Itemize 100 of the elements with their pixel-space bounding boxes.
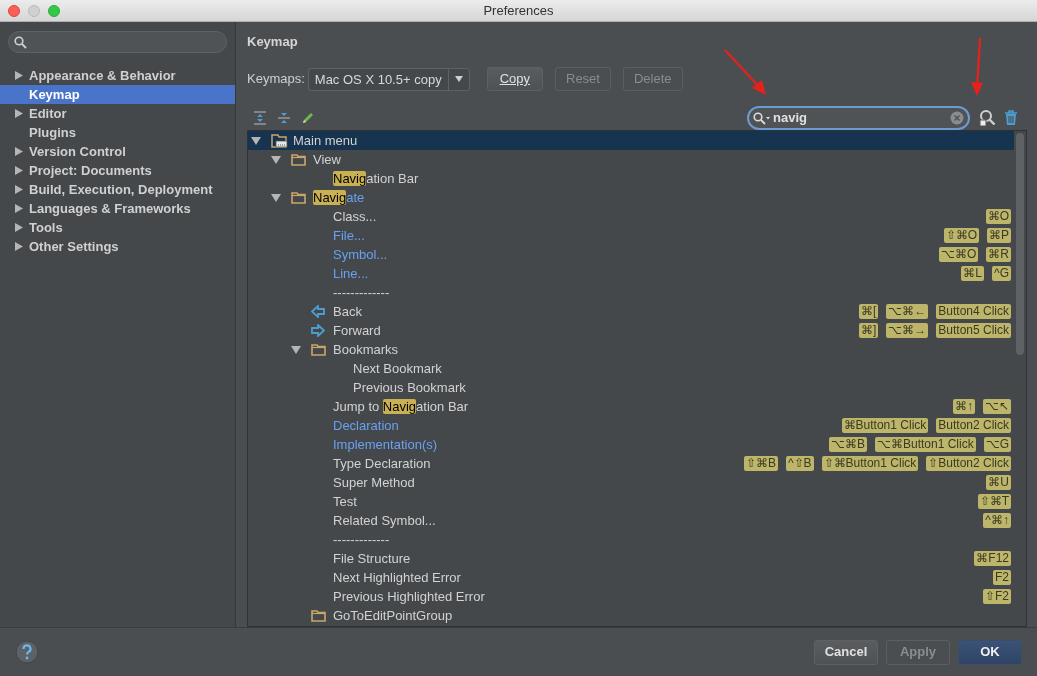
shortcut-chip: ⌥↖	[983, 399, 1011, 414]
tree-row[interactable]: -------------	[248, 283, 1014, 302]
sidebar-item[interactable]: Keymap	[0, 85, 235, 104]
find-by-shortcut-icon[interactable]	[978, 109, 996, 127]
dialog-button[interactable]: OK	[958, 639, 1022, 665]
shortcut-chip: ⌘]	[858, 323, 879, 338]
action-label: Back	[333, 302, 362, 321]
settings-search-field[interactable]	[8, 31, 227, 53]
menu-folder-icon	[271, 133, 288, 148]
tree-row[interactable]: GoToEditPointGroup	[248, 606, 1014, 625]
tree-row[interactable]: Back ⌘[ ⌥⌘← Button4 Click	[248, 302, 1014, 321]
action-label: -------------	[333, 530, 390, 549]
shortcut-chip: ⌘[	[858, 304, 879, 319]
expand-arrow-icon[interactable]	[15, 223, 23, 232]
tree-row[interactable]: Forward ⌘] ⌥⌘→ Button5 Click	[248, 321, 1014, 340]
expand-arrow-icon[interactable]	[15, 242, 23, 251]
keymap-action-button[interactable]: Copy	[486, 67, 543, 91]
shortcut-chip: ⌘F12	[974, 551, 1011, 566]
action-label: Navigation Bar	[333, 169, 419, 188]
shortcut-chip: ⌥⌘←	[886, 304, 929, 319]
keymap-dropdown[interactable]: Mac OS X 10.5+ copy	[307, 67, 470, 91]
tree-row[interactable]: Next Bookmark	[248, 359, 1014, 378]
tree-row[interactable]: Symbol... ⌥⌘O ⌘R	[248, 245, 1014, 264]
shortcut-chip: ⌘O	[985, 209, 1011, 224]
shortcut-chip: ⌘U	[986, 475, 1011, 490]
trash-icon[interactable]	[1004, 110, 1018, 126]
tree-row[interactable]: Navigate	[248, 188, 1014, 207]
shortcut-chip: ⇧Button2 Click	[926, 456, 1011, 471]
collapse-all-icon[interactable]	[277, 111, 291, 125]
sidebar-item[interactable]: Languages & Frameworks	[0, 199, 235, 218]
action-label: Bookmarks	[333, 340, 399, 359]
tree-row[interactable]: Main menu	[248, 131, 1014, 150]
expand-arrow-icon[interactable]	[15, 109, 23, 118]
pencil-icon[interactable]	[301, 111, 315, 125]
expanded-arrow-icon[interactable]	[251, 136, 261, 145]
sidebar-item[interactable]: Editor	[0, 104, 235, 123]
tree-row[interactable]: Related Symbol... ^⌘↑	[248, 511, 1014, 530]
expand-arrow-icon[interactable]	[15, 204, 23, 213]
tree-row[interactable]: Super Method ⌘U	[248, 473, 1014, 492]
expanded-arrow-icon[interactable]	[291, 345, 301, 354]
tree-row[interactable]: View	[248, 150, 1014, 169]
help-icon[interactable]	[15, 640, 39, 664]
shortcut-chip: ⌥⌘→	[886, 323, 929, 338]
folder-icon	[311, 609, 326, 622]
sidebar-item[interactable]: Build, Execution, Deployment	[0, 180, 235, 199]
shortcut-chip: ⌥G	[983, 437, 1011, 452]
tree-row[interactable]: Line... ⌘L ^G	[248, 264, 1014, 283]
tree-row[interactable]: Class... ⌘O	[248, 207, 1014, 226]
expand-arrow-icon[interactable]	[15, 71, 23, 80]
action-label: File Structure	[333, 549, 411, 568]
shortcut-chip: ⌘↑	[953, 399, 975, 414]
tree-row[interactable]: Next Highlighted Error F2	[248, 568, 1014, 587]
tree-row[interactable]: Implementation(s) ⌥⌘B ⌥⌘Button1 Click ⌥G	[248, 435, 1014, 454]
scrollbar-thumb[interactable]	[1016, 133, 1024, 355]
shortcut-chip: ⇧⌘Button1 Click	[821, 456, 919, 471]
shortcut-chip: ⇧⌘B	[743, 456, 778, 471]
shortcut-chip: ⌥⌘O	[939, 247, 979, 262]
action-label: Next Bookmark	[353, 359, 442, 378]
shortcut-chip: ⌘Button1 Click	[841, 418, 929, 433]
sidebar-item[interactable]: Other Settings	[0, 237, 235, 256]
tree-row[interactable]: File Structure ⌘F12	[248, 549, 1014, 568]
action-label: Forward	[333, 321, 381, 340]
sidebar-item[interactable]: Tools	[0, 218, 235, 237]
expanded-arrow-icon[interactable]	[271, 193, 281, 202]
action-label: Main menu	[293, 131, 358, 150]
action-label: Navigate	[313, 188, 365, 207]
expanded-arrow-icon[interactable]	[271, 155, 281, 164]
action-label: GoToEditPointGroup	[333, 606, 453, 625]
sidebar-item[interactable]: Version Control	[0, 142, 235, 161]
clear-icon[interactable]	[950, 111, 964, 125]
dialog-button[interactable]: Cancel	[814, 639, 878, 665]
tree-row[interactable]: -------------	[248, 530, 1014, 549]
close-window-button[interactable]	[8, 4, 20, 17]
sidebar-item[interactable]: Plugins	[0, 123, 235, 142]
shortcut-chip: ⇧⌘T	[977, 494, 1011, 509]
tree-row[interactable]: Bookmarks	[248, 340, 1014, 359]
tree-row[interactable]: Navigation Bar	[248, 169, 1014, 188]
tree-row[interactable]: File... ⇧⌘O ⌘P	[248, 226, 1014, 245]
tree-row[interactable]: Test ⇧⌘T	[248, 492, 1014, 511]
shortcut-filter-field[interactable]: navig	[747, 106, 970, 130]
shortcut-chip: ^⌘↑	[983, 513, 1011, 528]
shortcut-chip: ⌥⌘B	[828, 437, 867, 452]
action-label: Implementation(s)	[333, 435, 438, 454]
tree-row[interactable]: Previous Highlighted Error ⇧F2	[248, 587, 1014, 606]
shortcut-chip: F2	[993, 570, 1011, 585]
sidebar-item[interactable]: Project: Documents	[0, 161, 235, 180]
expand-arrow-icon[interactable]	[15, 147, 23, 156]
search-icon	[14, 35, 27, 49]
shortcut-chip: ^G	[992, 266, 1011, 281]
tree-row[interactable]: Type Declaration ⇧⌘B ^⇧B ⇧⌘Button1 Click ⇧Button2 Click	[248, 454, 1014, 473]
expand-all-icon[interactable]	[253, 111, 267, 125]
shortcut-chip: Button5 Click	[936, 323, 1011, 338]
action-label: Related Symbol...	[333, 511, 436, 530]
action-label: File...	[333, 226, 365, 245]
tree-row[interactable]: Declaration ⌘Button1 Click Button2 Click	[248, 416, 1014, 435]
expand-arrow-icon[interactable]	[15, 166, 23, 175]
tree-row[interactable]: Previous Bookmark	[248, 378, 1014, 397]
left-arrow-icon	[311, 305, 325, 318]
sidebar-item[interactable]: Appearance & Behavior	[0, 66, 235, 85]
expand-arrow-icon[interactable]	[15, 185, 23, 194]
